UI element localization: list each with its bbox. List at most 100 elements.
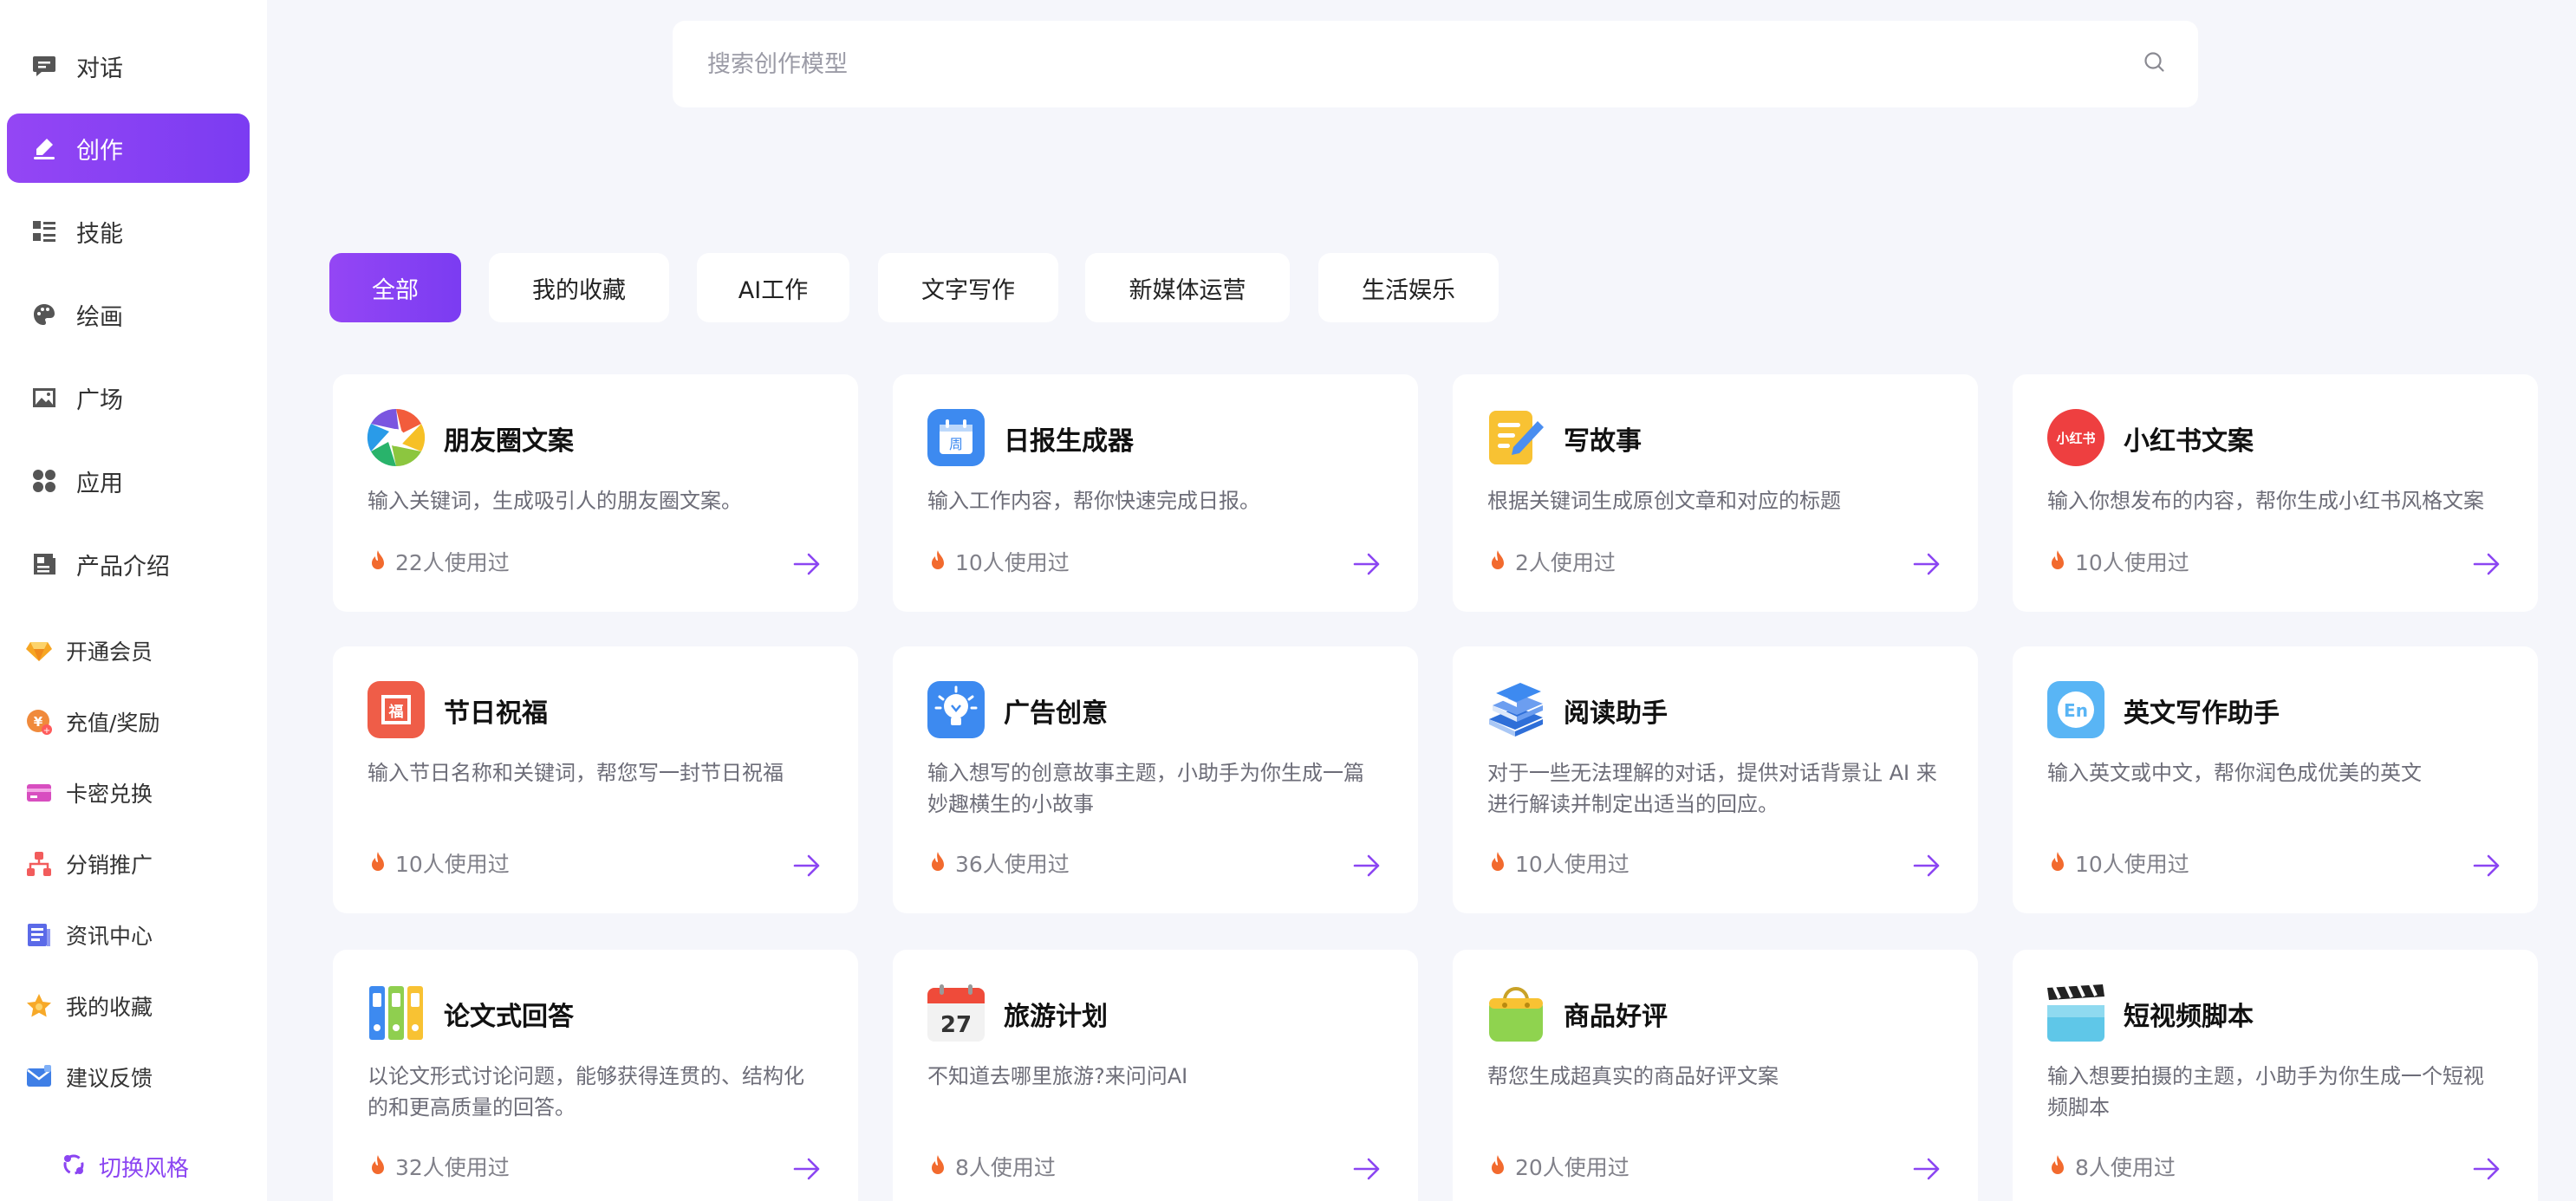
card-daily-report[interactable]: 周 日报生成器 输入工作内容，帮你快速完成日报。 10人使用过	[893, 374, 1418, 612]
card-title: 广告创意	[1004, 698, 1108, 729]
fire-icon	[932, 852, 944, 871]
svg-text:福: 福	[388, 703, 404, 721]
svg-text:+: +	[43, 726, 50, 736]
card-title: 短视频脚本	[2124, 1002, 2254, 1032]
coin-icon: ¥ +	[24, 707, 54, 737]
usage-text: 36人使用过	[955, 852, 1070, 877]
card-description: 输入英文或中文，帮你润色成优美的英文	[2047, 761, 2422, 785]
card-short-video-script[interactable]: 短视频脚本 输入想要拍摄的主题，小助手为你生成一个短视频脚本 8人使用过	[2013, 950, 2538, 1201]
usage-count: 20人使用过	[1487, 1151, 1630, 1182]
usage-text: 10人使用过	[955, 550, 1070, 575]
usage-count: 10人使用过	[927, 546, 1070, 577]
tab-ai-work[interactable]: AI工作	[697, 253, 849, 322]
sidebar-item-redeem[interactable]: 卡密兑换	[24, 771, 153, 815]
nav-item-chat[interactable]: 对话	[7, 31, 250, 101]
sidebar-item-membership[interactable]: 开通会员	[24, 629, 153, 672]
nav-label: 创作	[76, 137, 123, 165]
card-product-review[interactable]: 商品好评 帮您生成超真实的商品好评文案 20人使用过	[1453, 950, 1978, 1201]
arrow-right-icon[interactable]	[1912, 853, 1942, 879]
card-write-story[interactable]: 写故事 根据关键词生成原创文章和对应的标题 2人使用过	[1453, 374, 1978, 612]
card-essay-answer[interactable]: 论文式回答 以论文形式讨论问题，能够获得连贯的、结构化的和更高质量的回答。 32…	[333, 950, 858, 1201]
fu-icon: 福	[368, 681, 425, 738]
card-reading-assistant[interactable]: 阅读助手 对于一些无法理解的对话，提供对话背景让 AI 来进行解读并制定出适当的…	[1453, 646, 1978, 913]
card-holiday-greeting[interactable]: 福 节日祝福 输入节日名称和关键词，帮您写一封节日祝福 10人使用过	[333, 646, 858, 913]
pen-icon	[29, 133, 59, 163]
search-bar	[673, 21, 2198, 107]
nav-item-create[interactable]: 创作	[7, 114, 250, 183]
theme-switch-icon	[61, 1152, 87, 1181]
nav-item-apps[interactable]: 应用	[7, 446, 250, 516]
search-icon[interactable]	[2143, 50, 2167, 78]
tab-new-media[interactable]: 新媒体运营	[1085, 253, 1290, 322]
fire-icon	[372, 852, 384, 871]
card-ad-creative[interactable]: 广告创意 输入想写的创意故事主题，小助手为你生成一篇妙趣横生的小故事 36人使用…	[893, 646, 1418, 913]
calendar-icon: 27	[927, 984, 985, 1042]
sidebar-item-promotion[interactable]: 分销推广	[24, 842, 153, 886]
card-description: 帮您生成超真实的商品好评文案	[1487, 1064, 1779, 1088]
sidebar-item-news[interactable]: 资讯中心	[24, 913, 153, 957]
usage-count: 10人使用过	[368, 847, 510, 879]
tab-all[interactable]: 全部	[329, 253, 461, 322]
nav-label: 对话	[76, 55, 123, 82]
arrow-right-icon[interactable]	[2472, 551, 2501, 577]
xiaohongshu-icon: 小红书	[2047, 409, 2104, 466]
usage-text: 20人使用过	[1515, 1155, 1630, 1180]
nav-item-paint[interactable]: 绘画	[7, 280, 250, 349]
card-english-writing[interactable]: En 英文写作助手 输入英文或中文，帮你润色成优美的英文 10人使用过	[2013, 646, 2538, 913]
card-title: 旅游计划	[1004, 1002, 1108, 1032]
usage-text: 8人使用过	[2075, 1155, 2176, 1180]
svg-text:周: 周	[949, 436, 963, 452]
usage-count: 8人使用过	[927, 1151, 1056, 1182]
card-description: 不知道去哪里旅游?来问问AI	[927, 1064, 1188, 1088]
nav-item-product[interactable]: 产品介绍	[7, 529, 250, 599]
card-description: 输入想要拍摄的主题，小助手为你生成一个短视频脚本	[2047, 1064, 2484, 1120]
card-travel-plan[interactable]: 27 旅游计划 不知道去哪里旅游?来问问AI 8人使用过	[893, 950, 1418, 1201]
sidebar-item-recharge[interactable]: ¥ + 充值/奖励	[24, 700, 159, 743]
usage-count: 22人使用过	[368, 546, 510, 577]
usage-text: 32人使用过	[395, 1155, 510, 1180]
arrow-right-icon[interactable]	[2472, 1156, 2501, 1182]
arrow-right-icon[interactable]	[792, 1156, 822, 1182]
nav-label: 产品介绍	[76, 553, 170, 581]
fire-icon	[372, 550, 384, 569]
nav-label: 应用	[76, 470, 123, 497]
svg-text:¥: ¥	[34, 714, 43, 730]
card-title: 写故事	[1564, 426, 1642, 457]
tab-lifestyle[interactable]: 生活娱乐	[1318, 253, 1499, 322]
tab-my-favorites[interactable]: 我的收藏	[489, 253, 669, 322]
card-icon	[24, 778, 54, 808]
org-icon	[24, 849, 54, 879]
arrow-right-icon[interactable]	[1352, 853, 1382, 879]
svg-text:小红书: 小红书	[2056, 431, 2095, 446]
arrow-right-icon[interactable]	[792, 853, 822, 879]
apps-icon	[29, 466, 59, 496]
sidebar-item-label: 我的收藏	[66, 995, 153, 1020]
theme-switch-button[interactable]: 切换风格	[61, 1144, 189, 1189]
nav-item-skills[interactable]: 技能	[7, 197, 250, 266]
arrow-right-icon[interactable]	[1352, 551, 1382, 577]
star-icon	[24, 991, 54, 1021]
card-title: 朋友圈文案	[444, 426, 574, 457]
arrow-right-icon[interactable]	[1352, 1156, 1382, 1182]
fire-icon	[2052, 550, 2064, 569]
card-moments-copy[interactable]: 朋友圈文案 输入关键词，生成吸引人的朋友圈文案。 22人使用过	[333, 374, 858, 612]
usage-text: 10人使用过	[2075, 852, 2189, 877]
camera-aperture-icon	[367, 408, 426, 467]
tab-writing[interactable]: 文字写作	[878, 253, 1058, 322]
sidebar-item-feedback[interactable]: 建议反馈	[24, 1055, 153, 1099]
fire-icon	[2052, 1155, 2064, 1174]
nav-item-square[interactable]: 广场	[7, 363, 250, 432]
sidebar-item-label: 分销推广	[66, 853, 153, 878]
arrow-right-icon[interactable]	[1912, 1156, 1942, 1182]
arrow-right-icon[interactable]	[2472, 853, 2501, 879]
arrow-right-icon[interactable]	[792, 551, 822, 577]
card-xiaohongshu-copy[interactable]: 小红书 小红书文案 输入你想发布的内容，帮你生成小红书风格文案 10人使用过	[2013, 374, 2538, 612]
arrow-right-icon[interactable]	[1912, 551, 1942, 577]
nav-label: 技能	[76, 220, 123, 248]
card-title: 节日祝福	[444, 698, 548, 729]
doc-icon	[29, 549, 59, 579]
sidebar: 对话 创作 技能 绘画 广场 应用 产品介绍 开通会员 ¥ + 充值/奖励 卡密…	[0, 0, 267, 1201]
clapperboard-icon	[2047, 984, 2104, 1042]
search-input[interactable]	[707, 50, 2143, 78]
sidebar-item-favorites[interactable]: 我的收藏	[24, 984, 153, 1028]
